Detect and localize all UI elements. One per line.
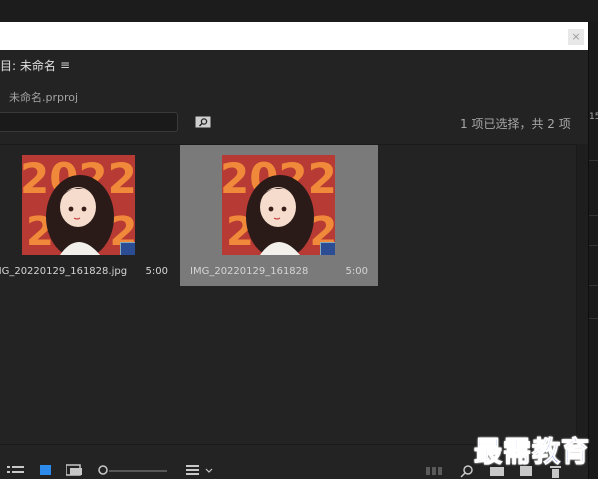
- zoom-slider[interactable]: [97, 464, 169, 478]
- adjacent-panel-divider: [589, 160, 598, 161]
- portrait-image: 2022 2022: [22, 155, 135, 255]
- adjacent-panel-edge: [588, 22, 598, 479]
- adjacent-panel-text: 15: [589, 112, 598, 122]
- media-name: IMG_20220129_161828: [190, 266, 309, 277]
- media-item-selected[interactable]: 2022 2022 IMG_20220129_161828 5:00: [180, 145, 378, 286]
- search-input[interactable]: [0, 112, 178, 132]
- freeform-view-icon[interactable]: [66, 464, 84, 478]
- portrait-image: 2022 2022: [222, 155, 335, 255]
- media-thumbnail: 2022 2022: [222, 155, 335, 255]
- project-file-name: 未命名.prproj: [9, 91, 79, 104]
- vertical-scrollbar[interactable]: [576, 144, 588, 444]
- still-image-badge-icon: [120, 242, 135, 255]
- new-bin-icon[interactable]: [195, 116, 211, 128]
- still-image-badge-icon: [320, 242, 335, 255]
- media-item[interactable]: 2022 2022 IMG_20220129_161828.jpg 5:00: [0, 145, 178, 286]
- selection-count: 1 项已选择，共 2 项: [460, 117, 571, 131]
- adjacent-panel-divider: [589, 285, 598, 286]
- adjacent-panel-divider: [589, 245, 598, 246]
- media-duration: 5:00: [345, 266, 368, 277]
- media-thumbnail: 2022 2022: [22, 155, 135, 255]
- adjacent-panel-divider: [589, 318, 598, 319]
- dialog-titlebar: [0, 22, 588, 50]
- hamburger-menu-icon[interactable]: ≡: [60, 58, 70, 72]
- media-duration: 5:00: [145, 266, 168, 277]
- watermark-logo: 最需教育: [473, 435, 591, 469]
- panel-tab-label[interactable]: 目: 未命名: [0, 57, 56, 74]
- top-strip: [0, 0, 598, 22]
- automate-icon[interactable]: [426, 464, 444, 478]
- close-icon[interactable]: ×: [568, 29, 584, 45]
- adjacent-panel-divider: [589, 215, 598, 216]
- icon-view-icon[interactable]: [40, 464, 52, 478]
- sort-icon[interactable]: [186, 464, 216, 478]
- list-view-icon[interactable]: [7, 464, 25, 478]
- media-name: IMG_20220129_161828.jpg: [0, 266, 128, 277]
- find-icon[interactable]: [460, 464, 474, 478]
